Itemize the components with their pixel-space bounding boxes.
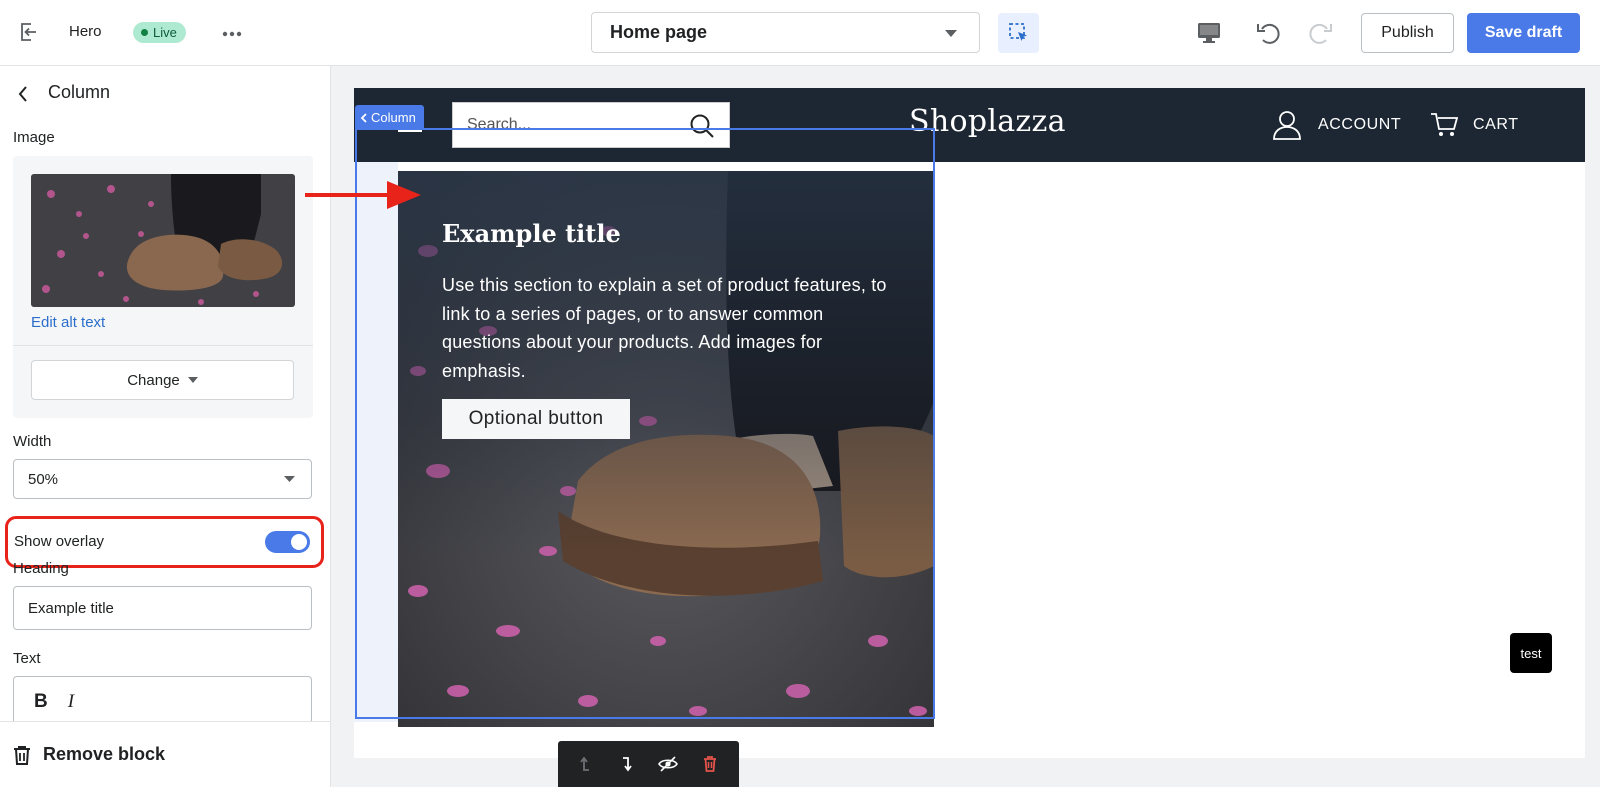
text-label: Text <box>13 650 41 667</box>
live-badge-label: Live <box>153 25 177 40</box>
back-arrow-icon[interactable] <box>18 86 28 102</box>
change-image-button[interactable]: Change <box>31 360 294 400</box>
save-draft-button[interactable]: Save draft <box>1467 13 1580 53</box>
hero-text: Use this section to explain a set of pro… <box>442 275 887 381</box>
show-overlay-label: Show overlay <box>14 533 105 550</box>
change-button-label: Change <box>127 371 180 389</box>
width-select[interactable]: 50% <box>13 459 312 499</box>
live-status-badge: Live <box>133 22 186 43</box>
account-link[interactable]: ACCOUNT <box>1318 116 1401 134</box>
cart-link[interactable]: CART <box>1473 116 1519 134</box>
toggle-knob <box>291 534 307 550</box>
chevron-left-icon <box>360 112 367 123</box>
preview-canvas: Search... Shoplazza ACCOUNT CART Example… <box>331 66 1600 787</box>
search-icon[interactable] <box>689 113 715 139</box>
editor-topbar: Hero Live Home page Publish Save draft <box>0 0 1600 66</box>
heading-label: Heading <box>13 560 69 577</box>
move-up-icon[interactable] <box>580 756 594 772</box>
chevron-down-icon <box>945 30 957 37</box>
search-placeholder: Search... <box>467 116 532 133</box>
image-thumbnail[interactable] <box>31 174 295 307</box>
width-select-value: 50% <box>28 470 59 488</box>
move-down-icon[interactable] <box>619 756 633 772</box>
block-actions-toolbar <box>558 741 739 787</box>
inspector-select-button[interactable] <box>998 13 1039 53</box>
hero-optional-button[interactable]: Optional button <box>442 399 630 439</box>
desktop-view-icon[interactable] <box>1197 22 1221 44</box>
remove-block-label: Remove block <box>43 744 166 764</box>
account-icon[interactable] <box>1273 110 1301 140</box>
floating-test-badge[interactable]: test <box>1510 633 1552 673</box>
card-divider <box>13 345 313 346</box>
exit-editor-icon[interactable] <box>18 21 40 43</box>
image-picker-card: Edit alt text Change <box>13 156 313 418</box>
hide-block-icon[interactable] <box>657 756 678 772</box>
column-selection-tag[interactable]: Column <box>355 105 424 130</box>
select-cursor-icon <box>1008 23 1027 41</box>
heading-input[interactable]: Example title <box>13 586 312 630</box>
hero-overlay <box>398 171 934 727</box>
settings-sidebar: Column Image Edit alt text Change Width … <box>0 66 331 787</box>
redo-icon[interactable] <box>1308 21 1334 45</box>
delete-block-icon[interactable] <box>703 756 717 772</box>
chevron-down-icon <box>284 476 295 482</box>
cart-icon[interactable] <box>1430 112 1458 138</box>
publish-button[interactable]: Publish <box>1361 13 1454 53</box>
live-dot-icon <box>141 29 148 36</box>
trash-icon <box>13 745 31 765</box>
image-label: Image <box>13 129 55 146</box>
store-header: Search... Shoplazza ACCOUNT CART <box>354 88 1585 162</box>
hero-title: Example title <box>442 219 621 248</box>
page-selector[interactable]: Home page <box>591 12 980 53</box>
caret-down-icon <box>187 377 198 383</box>
show-overlay-toggle[interactable] <box>265 531 310 553</box>
panel-title: Column <box>48 82 111 102</box>
more-actions-icon[interactable] <box>222 31 242 37</box>
width-label: Width <box>13 433 52 450</box>
hero-column-block[interactable]: Example title Use this section to explai… <box>398 171 934 727</box>
section-name: Hero <box>69 23 102 40</box>
page-selector-value: Home page <box>610 22 708 42</box>
undo-icon[interactable] <box>1255 21 1281 45</box>
edit-alt-text-link[interactable]: Edit alt text <box>31 314 105 331</box>
remove-block-button[interactable]: Remove block <box>0 721 330 787</box>
store-logo[interactable]: Shoplazza <box>909 104 1066 139</box>
italic-icon[interactable]: I <box>68 691 74 713</box>
column-tag-label: Column <box>371 110 416 125</box>
store-search-input[interactable]: Search... <box>452 102 730 148</box>
column-padding <box>354 162 398 722</box>
rich-text-toolbar: B I <box>13 676 312 726</box>
annotation-arrow-icon <box>305 181 421 209</box>
store-preview: Search... Shoplazza ACCOUNT CART Example… <box>354 88 1585 758</box>
bold-icon[interactable]: B <box>34 691 48 713</box>
